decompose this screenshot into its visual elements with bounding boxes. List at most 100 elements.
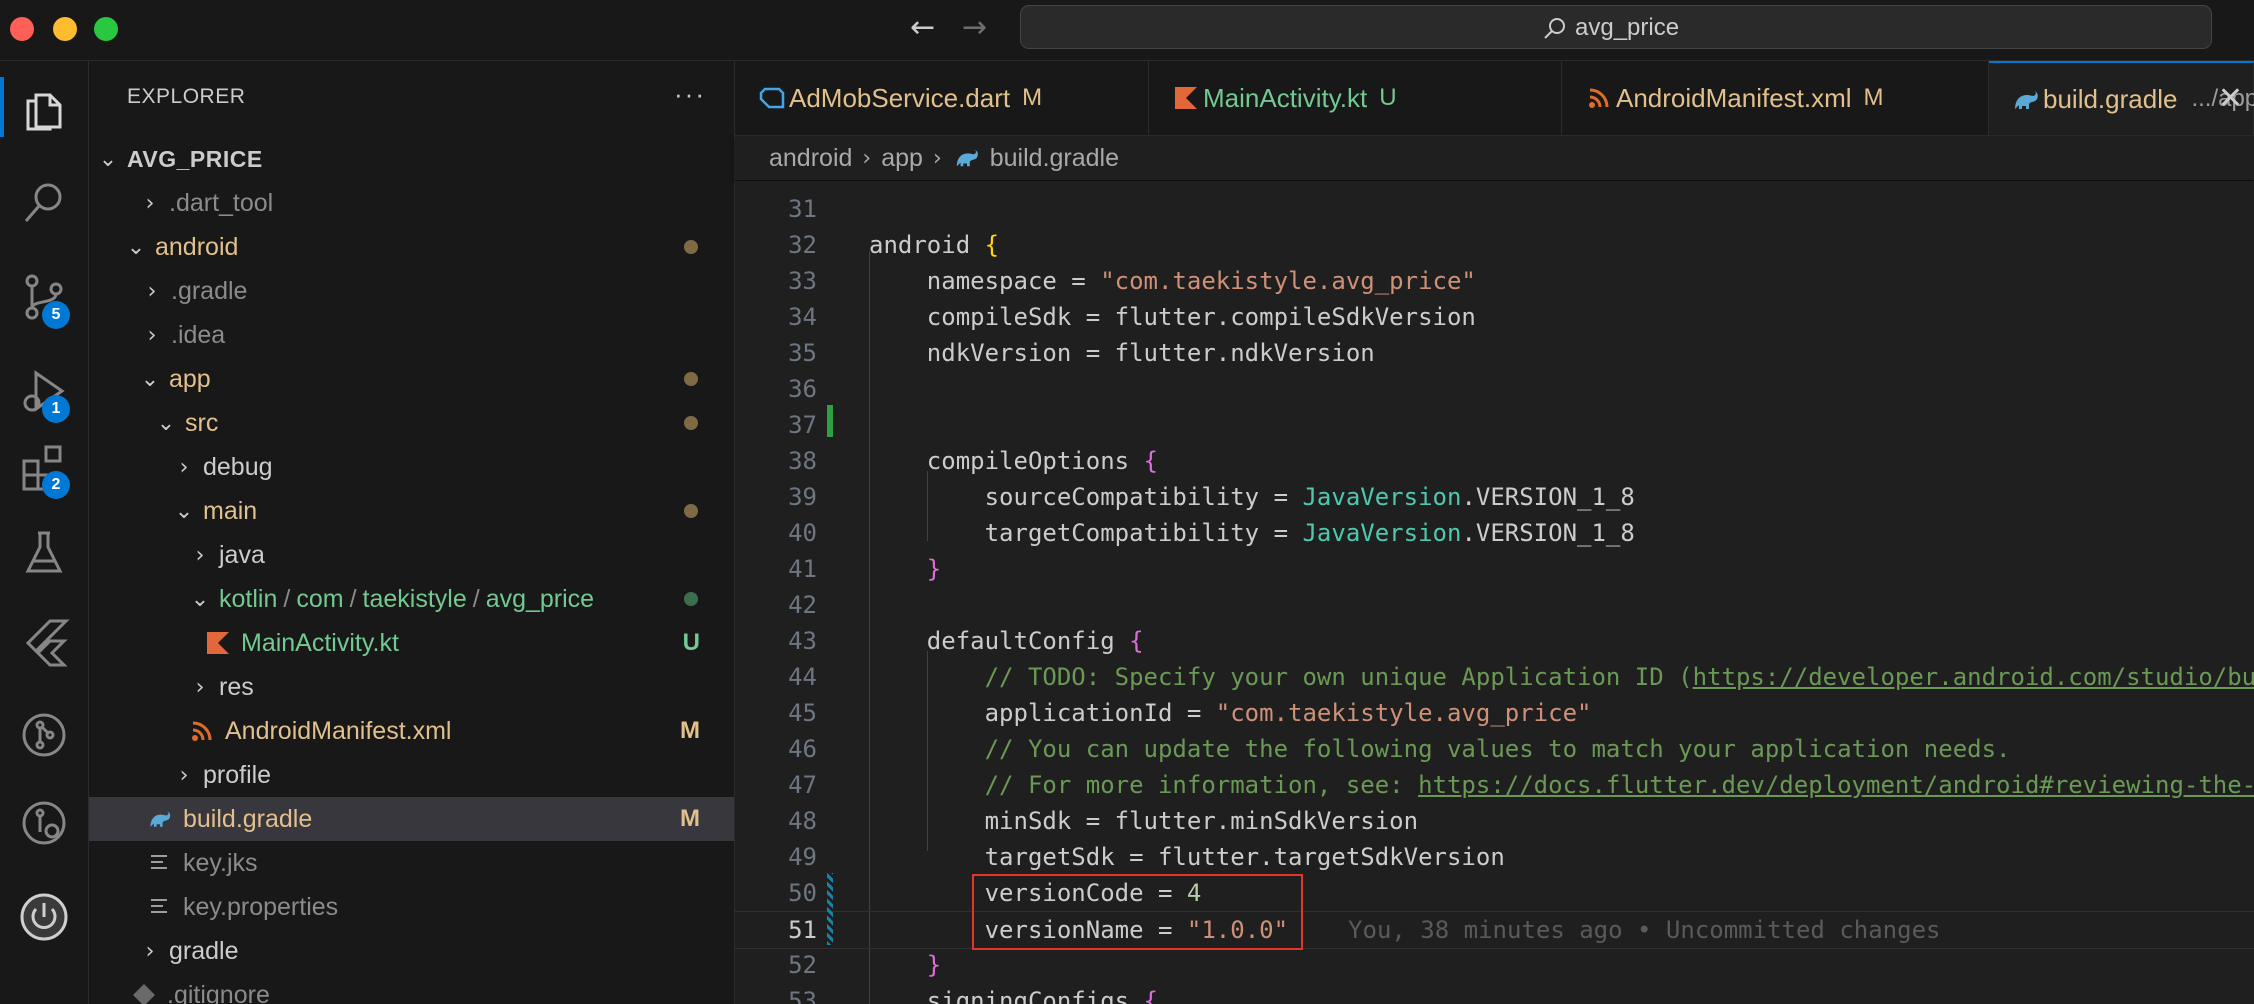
back-arrow-icon[interactable]: ← [910,10,935,45]
tree-folder[interactable]: › .dart_tool [89,181,734,225]
code-line[interactable]: 52 } [735,947,2254,983]
code-line[interactable]: 48 minSdk = flutter.minSdkVersion [735,803,2254,839]
gitlens-icon[interactable] [0,783,88,863]
code-line[interactable]: 39 sourceCompatibility = JavaVersion.VER… [735,479,2254,515]
tree-folder[interactable]: ⌄ src [89,401,734,445]
code-line[interactable]: 53 signingConfigs { [735,983,2254,1004]
code-line[interactable]: 33 namespace = "com.taekistyle.avg_price… [735,263,2254,299]
code-line[interactable]: 35 ndkVersion = flutter.ndkVersion [735,335,2254,371]
testing-icon[interactable] [0,513,88,593]
code-text: sourceCompatibility = JavaVersion.VERSIO… [869,479,1635,515]
tree-folder[interactable]: ⌄ main [89,489,734,533]
code-line[interactable]: 34 compileSdk = flutter.compileSdkVersio… [735,299,2254,335]
chevron-down-icon: ⌄ [156,410,176,436]
window-minimize-button[interactable] [53,17,77,41]
highlight-box [972,874,1303,950]
code-token: { [984,231,1000,259]
path-separator: / [472,584,480,613]
code-line[interactable]: 41 } [735,551,2254,587]
forward-arrow-icon[interactable]: → [962,10,987,45]
window-close-button[interactable] [10,17,34,41]
line-number: 37 [788,411,817,439]
code-line[interactable]: 36 [735,371,2254,407]
code-text: targetSdk = flutter.targetSdkVersion [869,839,1505,875]
tab-build-gradle[interactable]: build.gradle .../app M ✕ [1989,61,2254,135]
flutter-icon[interactable] [0,601,88,681]
tree-folder[interactable]: ⌄ kotlin / com / taekistyle / avg_price [89,577,734,621]
line-number: 43 [788,627,817,655]
tree-folder[interactable]: › debug [89,445,734,489]
tree-file[interactable]: MainActivity.kt U [89,621,734,665]
extensions-icon[interactable]: 2 [0,427,88,507]
breadcrumb-item-app[interactable]: app [881,144,923,173]
workspace-root[interactable]: ⌄ AVG_PRICE [89,137,734,181]
tree-folder[interactable]: › profile [89,753,734,797]
code-editor[interactable]: 31 32 android {33 namespace = "com.taekist… [735,181,2254,1004]
code-token: https://developer.android.com/studio/bu [1692,663,2254,691]
code-line[interactable]: 47 // For more information, see: https:/… [735,767,2254,803]
text-file-icon [147,894,173,920]
code-line[interactable]: 38 compileOptions { [735,443,2254,479]
code-token: // You can update the following values t… [869,735,2011,763]
git-graph-icon[interactable] [0,695,88,775]
code-line[interactable]: 45 applicationId = "com.taekistyle.avg_p… [735,695,2254,731]
tree-item-label: gradle [169,936,239,965]
modified-dot-icon [684,504,698,518]
line-number: 35 [788,339,817,367]
code-line[interactable]: 44 // TODO: Specify your own unique Appl… [735,659,2254,695]
tree-folder[interactable]: ⌄ android [89,225,734,269]
tree-item-label: profile [203,760,272,789]
tab-admobservice[interactable]: AdMobService.dart M [735,61,1149,135]
code-line[interactable]: 40 targetCompatibility = JavaVersion.VER… [735,515,2254,551]
tree-folder[interactable]: ⌄ app [89,357,734,401]
search-icon [1544,18,1565,39]
command-center-search[interactable]: avg_price [1020,5,2212,49]
gradle-file-icon [2015,91,2038,109]
code-token: "com.taekistyle.avg_price" [1100,267,1476,295]
tab-mainactivity[interactable]: MainActivity.kt U [1149,61,1562,135]
line-number: 40 [788,519,817,547]
tree-item-label: build.gradle [183,804,313,833]
code-line[interactable]: 43 defaultConfig { [735,623,2254,659]
tree-folder[interactable]: › .gradle [89,269,734,313]
close-icon[interactable]: ✕ [2218,81,2243,116]
power-icon[interactable] [0,877,88,957]
tree-item-label: main [203,496,258,525]
code-token: .VERSION_1_8 [1461,519,1635,547]
more-actions-icon[interactable]: ··· [674,79,706,110]
tree-file[interactable]: key.jks [89,841,734,885]
breadcrumb-item-build-gradle[interactable]: build.gradle [990,144,1119,173]
code-line[interactable]: 51 versionName = "1.0.0" You, 38 minutes … [735,911,2254,949]
code-text: applicationId = "com.taekistyle.avg_pric… [869,695,1592,731]
tree-folder[interactable]: › res [89,665,734,709]
tree-folder[interactable]: › java [89,533,734,577]
explorer-icon[interactable] [0,69,88,149]
code-line[interactable]: 32 android { [735,227,2254,263]
tree-file[interactable]: key.properties [89,885,734,929]
tree-file[interactable]: AndroidManifest.xml M [89,709,734,753]
tree-folder[interactable]: › .idea [89,313,734,357]
chevron-down-icon: ⌄ [190,586,210,612]
tab-androidmanifest[interactable]: AndroidManifest.xml M [1562,61,1989,135]
tree-folder[interactable]: › gradle [89,929,734,973]
code-token: // For more information, see: [869,771,1419,799]
code-line[interactable]: 37 [735,407,2254,443]
code-line[interactable]: 46 // You can update the following value… [735,731,2254,767]
source-control-icon[interactable]: 5 [0,257,88,337]
workspace-root-label: AVG_PRICE [127,145,263,172]
code-line[interactable]: 50 versionCode = 4 [735,875,2254,911]
tab-label: AndroidManifest.xml [1616,82,1852,113]
search-icon[interactable] [0,163,88,243]
code-text: } [869,947,941,983]
code-line[interactable]: 31 [735,191,2254,227]
window-maximize-button[interactable] [94,17,118,41]
breadcrumb-item-android[interactable]: android [769,144,852,173]
breadcrumb: android › app › build.gradle [735,136,2254,180]
code-text: defaultConfig { [869,623,1144,659]
tree-file[interactable]: build.gradle M [89,797,734,841]
run-debug-icon[interactable]: 1 [0,351,88,431]
code-token: applicationId = [869,699,1216,727]
tree-file[interactable]: .gitignore [89,973,734,1004]
code-line[interactable]: 49 targetSdk = flutter.targetSdkVersion [735,839,2254,875]
code-line[interactable]: 42 [735,587,2254,623]
